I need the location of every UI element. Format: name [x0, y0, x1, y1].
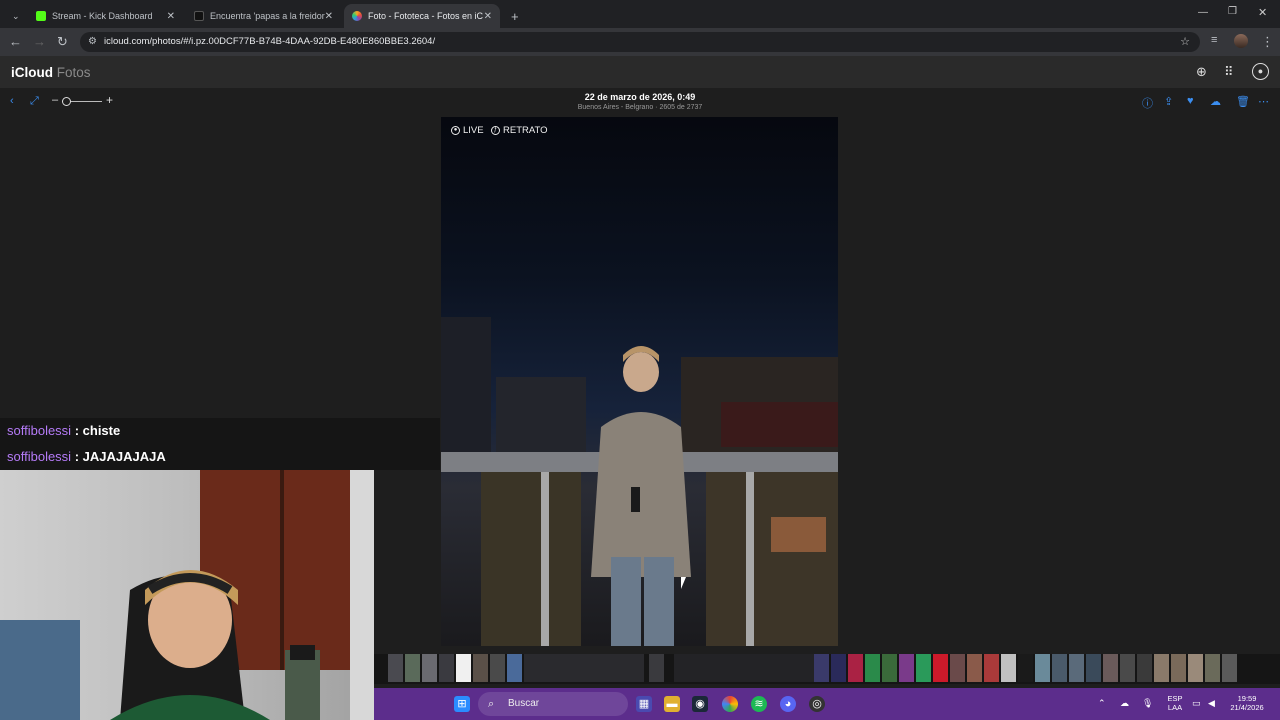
main-photo[interactable]: ● LIVE ƒ RETRATO	[441, 117, 838, 646]
portrait-badge[interactable]: ƒ RETRATO	[491, 125, 548, 136]
chat-username: soffibolessi	[7, 449, 72, 464]
url-text: icloud.com/photos/#/i.pz.00DCF77B-B74B-4…	[104, 36, 436, 47]
reload-icon[interactable]: ↻	[57, 34, 68, 50]
download-icon[interactable]: ☁	[1210, 95, 1221, 108]
photo-toolbar: ‹ ⤢ – + 22 de marzo de 2026, 0:49 Buenos…	[0, 88, 1280, 116]
chat-text: : chiste	[74, 423, 121, 438]
obs-icon[interactable]: ◎	[809, 696, 825, 712]
tray-overflow-icon[interactable]: ⌃	[1098, 698, 1106, 709]
mouse-cursor	[681, 577, 691, 589]
zoom-in-icon[interactable]: +	[106, 93, 113, 107]
volume-icon[interactable]: ◀︎	[1208, 698, 1215, 709]
taskbar-search[interactable]: ⌕ Buscar	[478, 692, 628, 716]
forward-icon[interactable]: →	[33, 34, 46, 49]
zoom-out-icon[interactable]: –	[52, 94, 58, 106]
tab-title: Stream - Kick Dashboard	[52, 11, 153, 21]
windows-taskbar: ⊞ ⌕ Buscar ▦ ▬ ◉ ≋ ◕ ◎ ⌃ ☁ 🎙 ESP LAA ▭ ◀…	[374, 688, 1280, 720]
tab-list-button[interactable]: ⌄	[4, 4, 24, 28]
lang-bottom: LAA	[1167, 703, 1183, 712]
back-icon[interactable]: ←	[9, 34, 22, 49]
site-settings-icon[interactable]: ⚙	[88, 32, 97, 52]
icloud-header: iCloud Fotos ⊕ ⠿ ●	[0, 56, 1280, 88]
favorite-heart-icon[interactable]: ♥	[1187, 95, 1194, 107]
tab-kick-dashboard[interactable]: Stream - Kick Dashboard ✕	[28, 4, 183, 28]
portrait-icon: ƒ	[491, 126, 500, 135]
window-close-icon[interactable]: ✕	[1258, 6, 1267, 19]
close-icon[interactable]: ✕	[325, 11, 333, 22]
clock-time: 19:59	[1237, 694, 1257, 703]
expand-icon[interactable]: ⤢	[30, 95, 39, 108]
tab-tiktok-search[interactable]: Encuentra 'papas a la freidora de ✕	[186, 4, 341, 28]
bookmark-star-icon[interactable]: ☆	[1180, 32, 1190, 52]
search-placeholder: Buscar	[508, 698, 540, 709]
stream-chat-overlay: soffibolessi : chiste soffibolessi : JAJ…	[0, 418, 440, 470]
tab-title: Foto - Fototeca - Fotos en iCloud	[368, 11, 483, 21]
back-chevron-icon[interactable]: ‹	[10, 95, 14, 107]
portrait-label: RETRATO	[503, 125, 548, 136]
photo-scene	[441, 317, 838, 646]
add-icon[interactable]: ⊕	[1196, 64, 1207, 80]
info-icon[interactable]: ⓘ	[1142, 95, 1153, 111]
chat-message: soffibolessi : JAJAJAJAJA	[0, 444, 440, 470]
browser-toolbar: ← → ↻ ⚙ icloud.com/photos/#/i.pz.00DCF77…	[0, 28, 1280, 56]
icloud-logo[interactable]: iCloud Fotos	[11, 65, 91, 80]
clock-date: 21/4/2026	[1230, 703, 1264, 712]
more-icon[interactable]: ⋯	[1258, 95, 1269, 108]
live-badge[interactable]: ● LIVE	[451, 125, 484, 136]
chrome-icon[interactable]	[722, 696, 738, 712]
spotify-icon[interactable]: ≋	[751, 696, 767, 712]
tiktok-favicon-icon	[194, 11, 204, 21]
chat-text: : JAJAJAJAJA	[74, 449, 166, 464]
share-icon[interactable]: ⇪	[1164, 95, 1173, 108]
trash-icon[interactable]: 🗑	[1236, 95, 1250, 108]
photo-filmstrip[interactable]	[374, 654, 1280, 684]
language-indicator[interactable]: ESP LAA	[1164, 694, 1186, 712]
minimize-icon[interactable]: —	[1198, 7, 1208, 18]
restore-icon[interactable]: ❐	[1228, 6, 1237, 17]
browser-tab-bar: ⌄ Stream - Kick Dashboard ✕ Encuentra 'p…	[0, 0, 1280, 28]
zoom-slider[interactable]: – +	[52, 93, 122, 109]
discord-icon[interactable]: ◕	[780, 696, 796, 712]
slider-knob[interactable]	[62, 97, 71, 106]
photo-location: Buenos Aires - Belgrano · 2605 de 2737	[577, 104, 703, 111]
onedrive-icon[interactable]: ☁	[1120, 698, 1129, 709]
chrome-menu-icon[interactable]: ⋮	[1261, 34, 1274, 50]
file-explorer-icon[interactable]: ▬	[664, 696, 680, 712]
tab-icloud-photos[interactable]: Foto - Fototeca - Fotos en iCloud ✕	[344, 4, 500, 28]
webcam-scene	[0, 470, 374, 720]
filmstrip-thumbnails	[388, 654, 1237, 682]
account-icon[interactable]: ●	[1252, 63, 1269, 80]
tab-title: Encuentra 'papas a la freidora de	[210, 11, 325, 21]
media-controls-icon[interactable]: ≡	[1211, 34, 1217, 46]
close-icon[interactable]: ✕	[484, 11, 492, 22]
windows-start-icon[interactable]: ⊞	[454, 696, 470, 712]
new-tab-button[interactable]: +	[503, 4, 523, 28]
profile-avatar[interactable]	[1234, 34, 1248, 48]
live-label: LIVE	[463, 125, 484, 136]
live-icon: ●	[451, 126, 460, 135]
store-icon[interactable]: ▦	[636, 696, 652, 712]
app-grid-icon[interactable]: ⠿	[1224, 64, 1234, 80]
photos-favicon-icon	[352, 11, 362, 21]
chat-username: soffibolessi	[7, 423, 72, 438]
address-bar[interactable]: ⚙ icloud.com/photos/#/i.pz.00DCF77B-B74B…	[80, 32, 1200, 52]
clock[interactable]: 19:59 21/4/2026	[1224, 694, 1270, 712]
lang-top: ESP	[1167, 694, 1183, 703]
webcam-feed	[0, 470, 374, 720]
brand-sub: Fotos	[56, 65, 91, 80]
photo-date: 22 de marzo de 2026, 0:49	[584, 92, 696, 102]
network-icon[interactable]: ▭	[1192, 698, 1201, 709]
close-icon[interactable]: ✕	[167, 11, 175, 22]
search-icon: ⌕	[488, 698, 495, 710]
kick-favicon-icon	[36, 11, 46, 21]
steam-icon[interactable]: ◉	[692, 696, 708, 712]
chat-message: soffibolessi : chiste	[0, 418, 440, 444]
brand-main: iCloud	[11, 65, 53, 80]
microphone-icon[interactable]: 🎙	[1142, 698, 1153, 709]
